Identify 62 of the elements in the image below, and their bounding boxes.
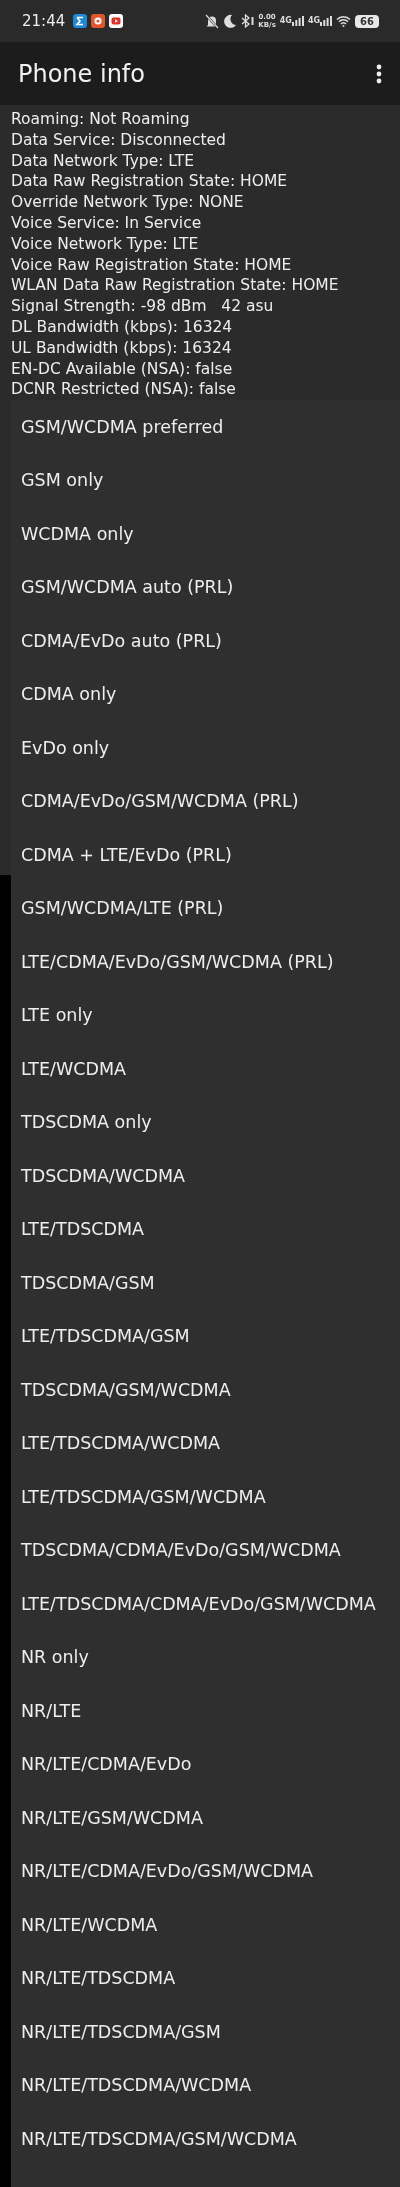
info-line: Override Network Type: NONE <box>11 192 245 213</box>
menu-item[interactable]: CDMA/EvDo/GSM/WCDMA (PRL) <box>21 791 299 812</box>
info-line: Data Service: Disconnected <box>11 129 227 151</box>
menu-item[interactable]: LTE/CDMA/EvDo/GSM/WCDMA (PRL) <box>21 951 334 972</box>
info-line: Voice Raw Registration State: HOME <box>11 254 293 276</box>
menu-item[interactable]: NR only <box>21 1647 89 1668</box>
menu-item[interactable]: NR/LTE/CDMA/EvDo <box>21 1754 192 1775</box>
info-line: Voice Network Type: LTE <box>11 233 200 255</box>
menu-item[interactable]: CDMA only <box>21 684 117 705</box>
menu-item[interactable]: EvDo only <box>21 737 110 758</box>
info-line: EN-DC Available (NSA): false <box>11 358 234 380</box>
menu-item[interactable]: LTE/TDSCDMA/GSM/WCDMA <box>21 1486 266 1507</box>
signal-icon <box>320 16 333 26</box>
menu-item[interactable]: TDSCDMA/GSM/WCDMA <box>21 1379 231 1400</box>
menu-item[interactable]: TDSCDMA only <box>21 1112 152 1133</box>
menu-item[interactable]: TDSCDMA/GSM <box>21 1272 155 1293</box>
menu-item[interactable]: TDSCDMA/WCDMA <box>21 1165 185 1186</box>
info-line: DCNR Restricted (NSA): false <box>11 379 237 401</box>
video-app-icon <box>109 14 124 28</box>
menu-item[interactable]: GSM/WCDMA preferred <box>21 416 224 437</box>
menu-item[interactable]: WCDMA only <box>21 523 134 544</box>
menu-item[interactable]: LTE/TDSCDMA/CDMA/EvDo/GSM/WCDMA <box>21 1593 376 1614</box>
sigma-app-icon <box>73 14 88 28</box>
info-line: UL Bandwidth (kbps): 16324 <box>11 337 233 359</box>
status-time: 21:44 <box>22 12 66 30</box>
info-line: Signal Strength: -98 dBm 42 asu <box>11 296 275 317</box>
moon-icon <box>223 14 238 28</box>
menu-item[interactable]: LTE/TDSCDMA/GSM <box>21 1326 190 1347</box>
menu-item[interactable]: GSM/WCDMA auto (PRL) <box>21 577 234 598</box>
info-line: WLAN Data Raw Registration State: HOME <box>11 275 340 297</box>
bluetooth-icon <box>241 14 255 28</box>
info-line: Roaming: Not Roaming <box>11 109 191 130</box>
menu-item[interactable]: LTE/TDSCDMA <box>21 1219 145 1240</box>
menu-item[interactable]: GSM/WCDMA/LTE (PRL) <box>21 898 224 919</box>
menu-item[interactable]: LTE/WCDMA <box>21 1058 127 1079</box>
menu-item[interactable]: NR/LTE/TDSCDMA/GSM <box>21 2021 221 2042</box>
info-line: DL Bandwidth (kbps): 16324 <box>11 316 234 338</box>
network-type: 4G <box>307 16 321 25</box>
menu-item[interactable]: TDSCDMA/CDMA/EvDo/GSM/WCDMA <box>21 1540 341 1561</box>
circle-app-icon <box>91 14 106 28</box>
battery-level: 66 <box>355 14 379 28</box>
menu-item[interactable]: LTE only <box>21 1005 93 1026</box>
menu-item[interactable]: NR/LTE/GSM/WCDMA <box>21 1807 203 1828</box>
info-line: Data Raw Registration State: HOME <box>11 171 289 193</box>
menu-item[interactable]: NR/LTE/TDSCDMA/WCDMA <box>21 2075 252 2096</box>
menu-item[interactable]: CDMA + LTE/EvDo (PRL) <box>21 844 232 865</box>
info-line: Voice Service: In Service <box>11 213 203 234</box>
menu-item[interactable]: NR/LTE <box>21 1700 82 1721</box>
signal-icon <box>291 16 304 26</box>
app-title: Phone info <box>18 59 145 88</box>
menu-item[interactable]: LTE/TDSCDMA/WCDMA <box>21 1433 220 1454</box>
menu-item[interactable]: NR/LTE/CDMA/EvDo/GSM/WCDMA <box>21 1861 313 1882</box>
menu-item[interactable]: CDMA/EvDo auto (PRL) <box>21 630 222 651</box>
network-type: 4G <box>279 16 292 25</box>
muted-bell-icon <box>205 13 220 29</box>
menu-item[interactable]: NR/LTE/TDSCDMA <box>21 1968 176 1989</box>
menu-item[interactable]: GSM only <box>21 470 104 491</box>
wifi-icon <box>336 15 352 27</box>
more-options-icon[interactable] <box>376 63 382 84</box>
info-line: Data Network Type: LTE <box>11 150 196 172</box>
menu-item[interactable]: NR/LTE/WCDMA <box>21 1914 158 1935</box>
menu-item[interactable]: NR/LTE/TDSCDMA/GSM/WCDMA <box>21 2128 297 2149</box>
